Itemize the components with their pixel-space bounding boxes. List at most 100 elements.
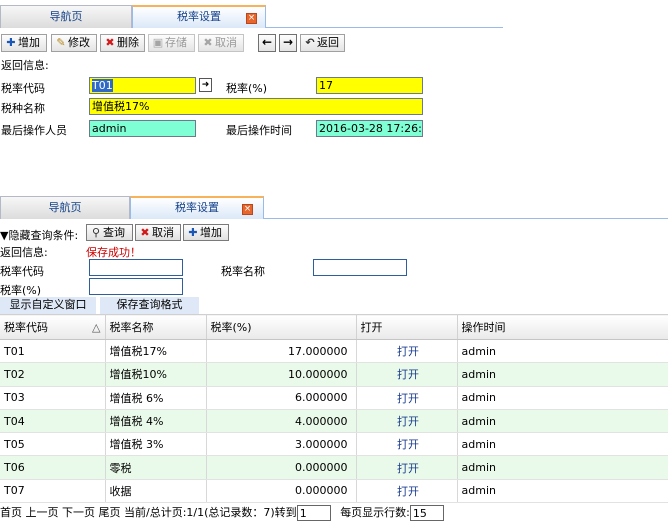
table-row[interactable]: T06 零税 0.000000 打开 admin <box>0 455 668 480</box>
toggle-query-conditions[interactable]: ▼隐藏查询条件: <box>0 227 78 243</box>
query-tab-bar: 导航页 税率设置 × <box>0 196 668 219</box>
pager: 首页 上一页 下一页 尾页 当前/总计页:1/1(总记录数：7)转到 每页显示行… <box>0 504 668 524</box>
col-header-rate[interactable]: 税率(%) <box>206 314 357 340</box>
table-row[interactable]: T07 收据 0.000000 打开 admin <box>0 479 668 504</box>
cell-code: T06 <box>0 455 106 480</box>
back-button[interactable]: ↶ 返回 <box>300 34 345 52</box>
cell-op-time: admin <box>457 339 668 364</box>
next-record-button[interactable]: → <box>279 34 297 52</box>
back-label: 返回 <box>317 36 339 49</box>
tab-tax-rate-top[interactable]: 税率设置 × <box>132 5 266 28</box>
cell-name: 收据 <box>105 479 207 504</box>
cell-rate: 3.000000 <box>206 432 357 457</box>
search-icon: ⚲ <box>91 226 101 239</box>
col-header-name[interactable]: 税率名称 <box>105 314 207 340</box>
cell-op-time: admin <box>457 386 668 410</box>
code-value: T01 <box>92 79 113 92</box>
cancel-label: 取消 <box>215 36 237 49</box>
save-query-format-button[interactable]: 保存查询格式 <box>100 297 199 314</box>
tax-name-field[interactable]: 增值税17% <box>89 98 423 115</box>
rate-label: 税率(%) <box>226 82 268 95</box>
tab-tax-rate-query[interactable]: 税率设置 × <box>130 196 264 219</box>
query-button[interactable]: ⚲ 查询 <box>86 224 133 241</box>
prev-record-button[interactable]: ← <box>258 34 276 52</box>
query-rate-label: 税率(%) <box>0 284 42 297</box>
status-message: 保存成功！ <box>86 246 141 259</box>
tab-navigation-top[interactable]: 导航页 <box>0 5 132 28</box>
edit-icon: ✎ <box>56 36 66 49</box>
sort-asc-icon: △ <box>92 321 101 334</box>
toggle-label: 隐藏查询条件: <box>8 229 79 242</box>
cell-name: 增值税 4% <box>105 409 207 434</box>
rate-field[interactable]: 17 <box>316 77 423 94</box>
open-link[interactable]: 打开 <box>356 362 458 387</box>
cell-rate: 10.000000 <box>206 362 357 387</box>
query-code-label: 税率代码 <box>0 265 44 278</box>
open-link[interactable]: 打开 <box>356 479 458 504</box>
rows-per-page-input[interactable] <box>409 505 444 521</box>
open-link[interactable]: 打开 <box>356 409 458 434</box>
table-row[interactable]: T01 增值税17% 17.000000 打开 admin <box>0 339 668 364</box>
col-header-open[interactable]: 打开 <box>356 314 458 340</box>
cell-rate: 4.000000 <box>206 409 357 434</box>
cell-code: T01 <box>0 339 106 364</box>
cell-code: T07 <box>0 479 106 504</box>
add-label: 增加 <box>200 226 222 239</box>
delete-label: 删除 <box>117 36 139 49</box>
col-header-label: 税率代码 <box>4 321 48 334</box>
cell-name: 增值税17% <box>105 339 207 364</box>
open-link[interactable]: 打开 <box>356 455 458 480</box>
code-field[interactable]: T01 <box>89 77 196 94</box>
tab-label: 税率设置 <box>177 10 221 23</box>
open-link[interactable]: 打开 <box>356 386 458 410</box>
table-row[interactable]: T03 增值税 6% 6.000000 打开 admin <box>0 386 668 410</box>
open-link[interactable]: 打开 <box>356 432 458 457</box>
goto-page-input[interactable] <box>296 505 331 521</box>
add-button[interactable]: ✚ 增加 <box>1 34 47 52</box>
cell-code: T05 <box>0 432 106 457</box>
rows-per-page-label: 每页显示行数: <box>340 506 410 519</box>
query-label: 查询 <box>103 226 125 239</box>
cell-name: 增值税 6% <box>105 386 207 410</box>
operator-field: admin <box>89 120 196 137</box>
close-tab-icon[interactable]: × <box>246 13 257 24</box>
cell-op-time: admin <box>457 455 668 480</box>
table-row[interactable]: T05 增值税 3% 3.000000 打开 admin <box>0 432 668 457</box>
cell-name: 增值税10% <box>105 362 207 387</box>
lookup-icon[interactable]: ➜ <box>199 78 212 92</box>
table-row[interactable]: T02 增值税10% 10.000000 打开 admin <box>0 362 668 387</box>
table-row[interactable]: T04 增值税 4% 4.000000 打开 admin <box>0 409 668 434</box>
close-tab-icon[interactable]: × <box>242 204 253 215</box>
col-header-code[interactable]: 税率代码 △ <box>0 314 106 340</box>
cell-rate: 6.000000 <box>206 386 357 410</box>
cell-op-time: admin <box>457 409 668 434</box>
query-rate-input[interactable] <box>89 278 183 295</box>
open-link[interactable]: 打开 <box>356 339 458 364</box>
edit-label: 修改 <box>68 36 90 49</box>
query-cancel-button[interactable]: ✖ 取消 <box>135 224 181 241</box>
cell-op-time: admin <box>457 432 668 457</box>
delete-button[interactable]: ✖ 删除 <box>100 34 145 52</box>
cell-name: 零税 <box>105 455 207 480</box>
op-time-label: 最后操作时间 <box>226 124 292 137</box>
show-custom-window-button[interactable]: 显示自定义窗口 <box>0 297 96 314</box>
col-header-op-time[interactable]: 操作时间 <box>457 314 668 340</box>
query-name-label: 税率名称 <box>221 265 265 278</box>
cell-rate: 0.000000 <box>206 455 357 480</box>
tab-label: 导航页 <box>49 10 83 23</box>
operator-label: 最后操作人员 <box>1 124 67 137</box>
tab-navigation-query[interactable]: 导航页 <box>0 196 130 219</box>
tab-label: 导航页 <box>48 201 82 214</box>
pager-nav-text[interactable]: 首页 上一页 下一页 尾页 当前/总计页:1/1(总记录数：7)转到 <box>0 506 297 519</box>
query-code-input[interactable] <box>89 259 183 276</box>
cancel-button[interactable]: ✖ 取消 <box>198 34 244 52</box>
query-add-button[interactable]: ✚ 增加 <box>183 224 229 241</box>
code-label: 税率代码 <box>1 82 45 95</box>
plus-icon: ✚ <box>188 226 198 239</box>
plus-icon: ✚ <box>6 36 16 49</box>
edit-button[interactable]: ✎ 修改 <box>51 34 97 52</box>
query-name-input[interactable] <box>313 259 407 276</box>
tax-rate-grid: 税率代码 △ 税率名称 税率(%) 打开 操作时间 T01 增值税17% 17.… <box>0 314 668 504</box>
save-button[interactable]: ▣ 存储 <box>148 34 195 52</box>
cell-code: T04 <box>0 409 106 434</box>
